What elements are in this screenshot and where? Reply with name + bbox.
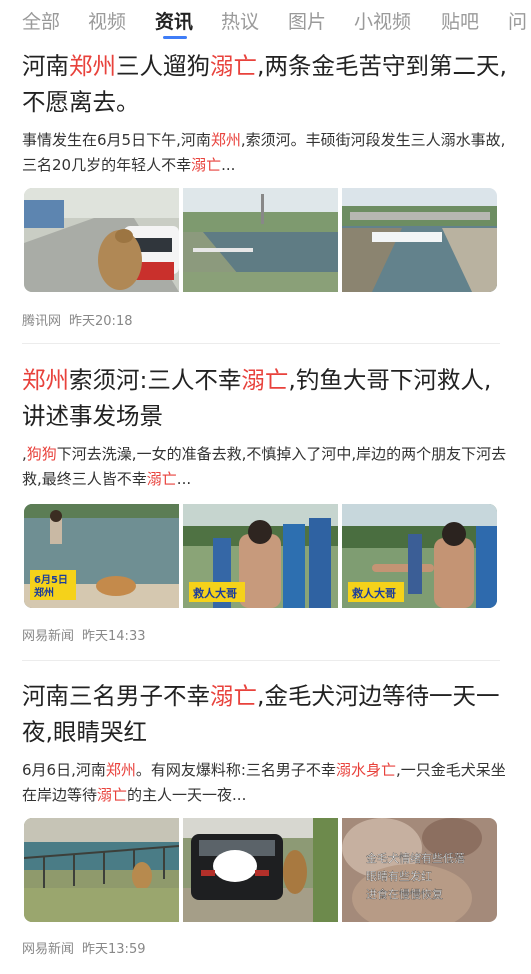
text-segment: 6月6日,河南: [22, 761, 106, 779]
image-caption: 救人大哥: [193, 586, 237, 600]
highlighted-keyword: 溺亡: [210, 682, 257, 710]
highlighted-keyword: 溺亡: [210, 52, 257, 80]
article-thumbnail[interactable]: 6月5日 郑州: [24, 504, 179, 608]
article-summary: ,狗狗下河去洗澡,一女的准备去救,不慎掉入了河中,岸边的两个朋友下河去救,最终三…: [22, 442, 514, 492]
highlighted-keyword: 郑州: [22, 366, 69, 394]
channel-tab-bar: 全部 视频 资讯 热议 图片 小视频 贴吧 问: [0, 0, 531, 40]
image-caption: 救人大哥: [352, 586, 396, 600]
tab-short-video[interactable]: 小视频: [354, 7, 411, 34]
text-segment: ...: [176, 470, 192, 488]
image-caption: 6月5日: [34, 574, 68, 586]
text-segment: 事情发生在6月5日下午,河南: [22, 131, 211, 149]
text-segment: 三人遛狗: [116, 52, 210, 80]
image-caption: 郑州: [34, 586, 54, 599]
tab-hot-discussion[interactable]: 热议: [221, 7, 259, 34]
article-meta: 腾讯网 昨天20:18: [22, 310, 132, 329]
tab-news[interactable]: 资讯: [155, 7, 193, 34]
article-title[interactable]: 河南郑州三人遛狗溺亡,两条金毛苦守到第二天,不愿离去。: [22, 48, 514, 120]
article-meta: 网易新闻 昨天13:59: [22, 938, 145, 957]
tab-ask[interactable]: 问: [508, 7, 527, 34]
article-thumbnail[interactable]: 救人大哥: [183, 504, 338, 608]
article-time: 昨天20:18: [69, 314, 133, 329]
tab-images[interactable]: 图片: [288, 7, 326, 34]
article-title[interactable]: 河南三名男子不幸溺亡,金毛犬河边等待一天一夜,眼睛哭红: [22, 678, 514, 750]
tab-tieba[interactable]: 贴吧: [441, 7, 479, 34]
tab-video[interactable]: 视频: [88, 7, 126, 34]
active-tab-indicator: [163, 36, 187, 39]
highlighted-keyword: 郑州: [105, 761, 136, 779]
text-segment: 河南三名男子不幸: [22, 682, 210, 710]
highlighted-keyword: 溺亡: [97, 786, 128, 804]
article-time: 昨天14:33: [82, 629, 146, 644]
article-thumbnail[interactable]: [183, 188, 338, 292]
article-source: 网易新闻: [22, 629, 75, 644]
image-caption: 进食在慢慢恢复: [366, 887, 443, 901]
article-image-row[interactable]: [24, 188, 497, 292]
card-divider: [22, 343, 500, 344]
article-thumbnail[interactable]: [183, 818, 338, 922]
text-segment: 的主人一天一夜...: [127, 786, 247, 804]
highlighted-keyword: 郑州: [69, 52, 116, 80]
highlighted-keyword: 溺亡: [146, 470, 177, 488]
article-image-row[interactable]: 6月5日 郑州 救人大哥 救人大哥: [24, 504, 497, 608]
highlighted-keyword: 溺亡: [191, 156, 222, 174]
image-caption: 眼睛有些发红: [366, 869, 432, 883]
text-segment: 下河去洗澡,一女的准备去救,不慎掉入了河中,岸边的两个朋友下河去救,最终三人皆不…: [22, 445, 507, 488]
article-image-row[interactable]: 金毛犬情绪有些低落 眼睛有些发红 进食在慢慢恢复: [24, 818, 497, 922]
highlighted-keyword: 溺亡: [241, 366, 289, 394]
image-caption: 金毛犬情绪有些低落: [366, 851, 465, 865]
article-meta: 网易新闻 昨天14:33: [22, 625, 145, 644]
article-title[interactable]: 郑州索须河:三人不幸溺亡,钓鱼大哥下河救人,讲述事发场景: [22, 362, 514, 434]
text-segment: 索须河:三人不幸: [69, 366, 242, 394]
highlighted-keyword: 溺水身亡: [335, 761, 396, 779]
article-thumbnail[interactable]: [24, 818, 179, 922]
article-time: 昨天13:59: [82, 942, 146, 957]
text-segment: 。有网友爆料称:三名男子不幸: [135, 761, 336, 779]
article-thumbnail[interactable]: 救人大哥: [342, 504, 497, 608]
card-divider: [22, 660, 500, 661]
article-thumbnail[interactable]: [24, 188, 179, 292]
highlighted-keyword: 狗狗: [26, 445, 57, 463]
highlighted-keyword: 郑州: [210, 131, 241, 149]
article-thumbnail[interactable]: 金毛犬情绪有些低落 眼睛有些发红 进食在慢慢恢复: [342, 818, 497, 922]
article-summary: 事情发生在6月5日下午,河南郑州,索须河。丰硕街河段发生三人溺水事故,三名20几…: [22, 128, 514, 178]
article-summary: 6月6日,河南郑州。有网友爆料称:三名男子不幸溺水身亡,一只金毛犬呆坐在岸边等待…: [22, 758, 514, 808]
article-source: 腾讯网: [22, 314, 62, 329]
text-segment: 河南: [22, 52, 69, 80]
tab-all[interactable]: 全部: [22, 7, 60, 34]
article-thumbnail[interactable]: [342, 188, 497, 292]
article-source: 网易新闻: [22, 942, 75, 957]
text-segment: ...: [221, 156, 236, 174]
